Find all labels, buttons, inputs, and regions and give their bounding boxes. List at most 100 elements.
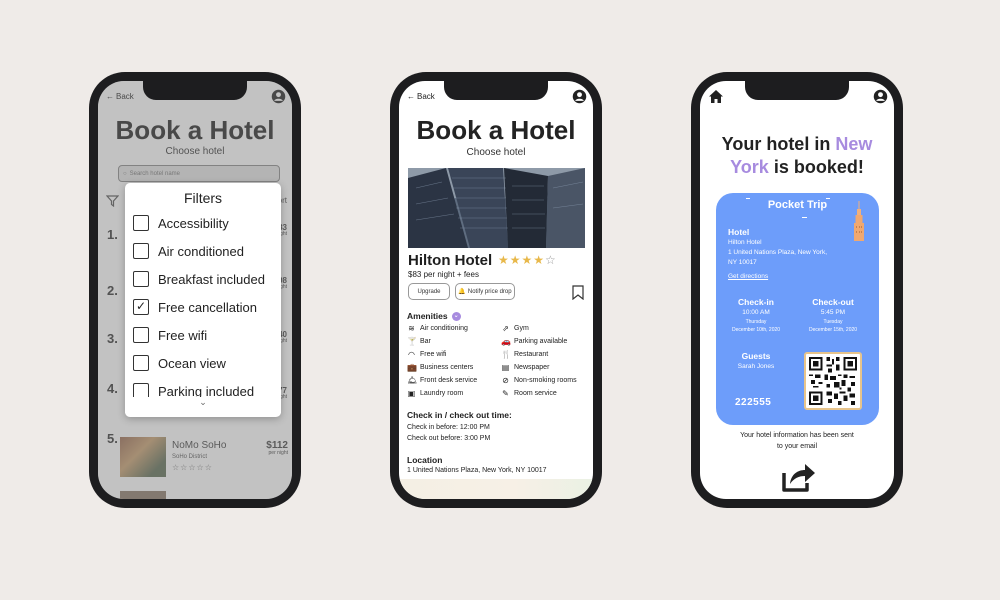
business-center-icon: 💼 <box>407 363 417 372</box>
checkbox-checked[interactable]: ✓ <box>133 299 149 315</box>
filter-breakfast-included[interactable]: Breakfast included <box>125 265 281 293</box>
ticket-notch <box>746 198 750 199</box>
page-title: Book a Hotel <box>416 115 576 145</box>
hotel-address-line1: 1 United Nations Plaza, New York, <box>728 249 827 256</box>
amenity-non-smoking: ⊘ Non-smoking rooms <box>502 376 577 385</box>
bell-icon: 🔔 <box>458 289 466 295</box>
checkin-time: Check in before: 12:00 PM <box>407 424 490 431</box>
hotel-price: $83 per night + fees <box>408 270 479 279</box>
amenity-gym: ⇗ Gym <box>502 324 529 333</box>
front-desk-icon: 🛎 <box>407 376 418 385</box>
arrow-left-icon: ← <box>407 92 415 101</box>
filter-label: Ocean view <box>158 355 226 371</box>
check-icon: ✓ <box>135 299 147 313</box>
filter-air-conditioned[interactable]: Air conditioned <box>125 237 281 265</box>
back-label: Back <box>417 92 435 101</box>
filters-modal: Filters Accessibility Air conditioned Br… <box>125 183 281 417</box>
confirmation-number: 222555 <box>735 397 772 408</box>
filter-free-wifi[interactable]: Free wifi <box>125 321 281 349</box>
ticket-notch <box>826 198 830 199</box>
newspaper-icon: ▤ <box>501 363 510 372</box>
wifi-icon: ◠ <box>408 350 415 359</box>
checkout-date: December 15th, 2020 <box>808 327 858 333</box>
non-smoking-icon: ⊘ <box>502 376 509 385</box>
filter-ocean-view[interactable]: Ocean view <box>125 349 281 377</box>
qr-code <box>804 352 862 410</box>
checkin-date: December 10th, 2020 <box>731 327 781 333</box>
amenities-heading: Amenities ⌄ <box>407 311 461 321</box>
checkbox[interactable] <box>133 327 149 343</box>
account-icon[interactable] <box>873 89 888 104</box>
checkin-time: 10:00 AM <box>742 309 770 316</box>
notify-price-drop-button[interactable]: 🔔 Notify price drop <box>455 283 515 300</box>
parking-icon: 🚗 <box>501 337 511 346</box>
bar-icon: 🍸 <box>407 337 417 346</box>
chevron-down-icon[interactable]: ⌄ <box>125 397 281 413</box>
filter-accessibility[interactable]: Accessibility <box>125 209 281 237</box>
phone-hotel-details: ← Back Book a Hotel Choose hotel Hilton … <box>390 72 602 508</box>
get-directions-link[interactable]: Get directions <box>728 273 768 282</box>
phone-booking-confirmed: Your hotel in New York is booked! Pocket… <box>691 72 903 508</box>
location-heading: Location <box>407 455 443 465</box>
hotel-photo <box>408 168 585 248</box>
amenity-bar: 🍸 Bar <box>407 337 431 346</box>
ticket-notch <box>802 217 807 218</box>
amenity-front-desk: 🛎 Front desk service <box>407 376 478 385</box>
upgrade-button[interactable]: Upgrade <box>408 283 450 300</box>
checkout-label: Check-out <box>812 297 854 307</box>
booking-headline: Your hotel in New York is booked! <box>721 134 873 178</box>
details-screen: ← Back Book a Hotel Choose hotel Hilton … <box>399 81 593 499</box>
filters-title: Filters <box>183 190 223 206</box>
checkout-time: Check out before: 3:00 PM <box>407 435 491 442</box>
phone-filters: ← Back Book a Hotel Choose hotel ○ Searc… <box>89 72 301 508</box>
checkbox[interactable] <box>133 271 149 287</box>
share-icon[interactable] <box>780 459 816 493</box>
pocket-trip-card: Pocket Trip Hotel Hilton Hotel 1 United … <box>716 193 879 425</box>
filter-label: Breakfast included <box>158 271 265 287</box>
hotel-name: Hilton Hotel <box>408 252 493 269</box>
chevron-down-icon[interactable]: ⌄ <box>451 311 461 321</box>
confirmation-screen: Your hotel in New York is booked! Pocket… <box>700 81 894 499</box>
restaurant-icon: 🍴 <box>501 350 511 359</box>
location-map[interactable] <box>399 479 593 499</box>
account-icon[interactable] <box>572 89 587 104</box>
amenity-free-wifi: ◠ Free wifi <box>408 350 447 359</box>
checkbox[interactable] <box>133 355 149 371</box>
gym-icon: ⇗ <box>502 324 509 333</box>
empire-state-building-icon <box>854 201 864 241</box>
filter-free-cancellation[interactable]: ✓ Free cancellation <box>125 293 281 321</box>
bookmark-icon[interactable] <box>572 285 584 300</box>
guest-name: Sarah Jones <box>737 363 775 370</box>
location-address: 1 United Nations Plaza, New York, NY 100… <box>407 467 547 474</box>
amenity-air-conditioning: ≋ Air conditioning <box>408 324 468 333</box>
phone-notch <box>444 81 548 100</box>
email-sent-message: Your hotel information has been sent to … <box>740 432 854 450</box>
home-icon[interactable] <box>708 89 724 104</box>
checkin-heading: Check in / check out time: <box>407 410 512 420</box>
checkout-time: 5:45 PM <box>820 309 846 316</box>
checkbox[interactable] <box>133 243 149 259</box>
checkin-day: Thursday <box>745 319 767 325</box>
amenity-business-centers: 💼 Business centers <box>407 363 474 372</box>
upgrade-label: Upgrade <box>417 288 441 295</box>
filter-label: Free wifi <box>158 327 208 343</box>
amenity-newspaper: ▤ Newspaper <box>501 363 550 372</box>
hotel-address-line2: NY 10017 <box>728 259 757 266</box>
back-button[interactable]: ← Back <box>407 92 435 101</box>
rating-stars: ★★★★☆ <box>498 253 557 267</box>
room-service-icon: ✎ <box>502 389 509 398</box>
filter-label: Accessibility <box>158 215 229 231</box>
amenity-room-service: ✎ Room service <box>502 389 557 398</box>
page-subtitle: Choose hotel <box>466 147 526 158</box>
qr-code-icon <box>809 357 857 405</box>
amenity-laundry-room: ▣ Laundry room <box>407 389 464 398</box>
phone-notch <box>143 81 247 100</box>
guests-label: Guests <box>741 351 771 361</box>
filter-label: Air conditioned <box>158 243 244 259</box>
phone-notch <box>745 81 849 100</box>
filters-screen: ← Back Book a Hotel Choose hotel ○ Searc… <box>98 81 292 499</box>
star-empty-icon: ☆ <box>545 253 557 267</box>
checkbox[interactable] <box>133 215 149 231</box>
checkin-label: Check-in <box>738 297 774 307</box>
air-conditioning-icon: ≋ <box>408 324 415 333</box>
